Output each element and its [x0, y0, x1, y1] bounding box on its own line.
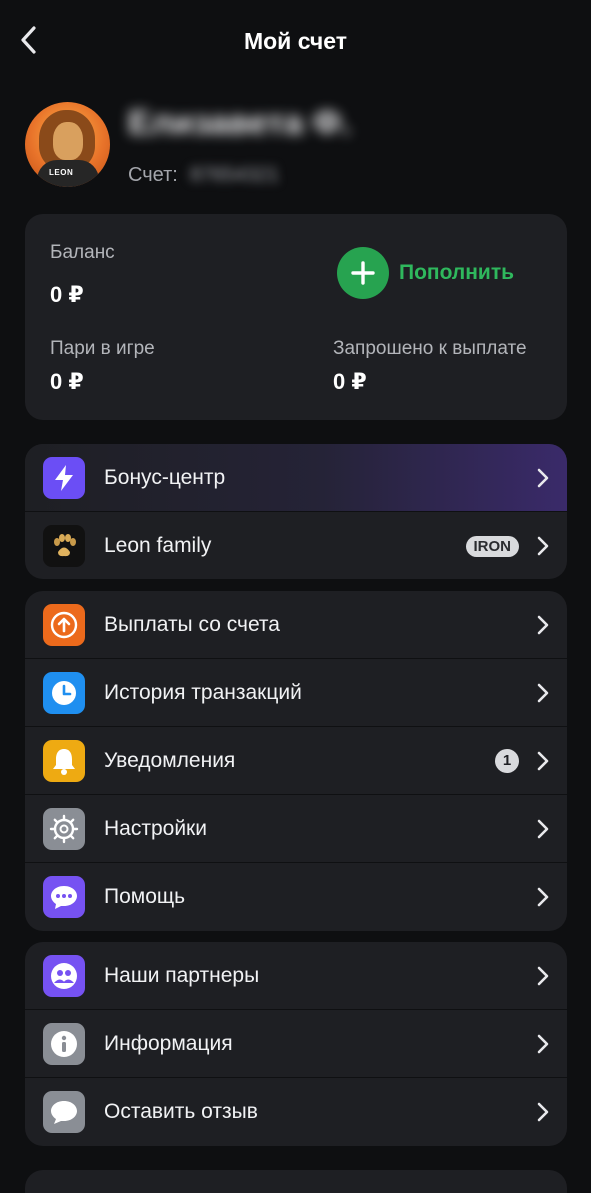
notification-count-badge: 1	[495, 749, 519, 773]
gear-icon	[43, 808, 85, 850]
chevron-right-icon	[537, 1102, 549, 1122]
bell-icon	[43, 740, 85, 782]
chevron-right-icon	[537, 887, 549, 907]
bets-label: Пари в игре	[50, 338, 155, 359]
menu-item-bonus-center[interactable]: Бонус-центр	[25, 444, 567, 512]
menu-item-label: Помощь	[104, 885, 186, 908]
page-title: Мой счет	[243, 28, 348, 54]
menu-item-leave-feedback[interactable]: Оставить отзыв	[25, 1078, 567, 1146]
menu-item-label: Уведомления	[104, 749, 236, 772]
deposit-button[interactable]: Пополнить	[337, 246, 514, 300]
avatar[interactable]: LEON	[25, 102, 110, 187]
chevron-right-icon	[537, 536, 549, 556]
chat-bubble-icon	[43, 876, 85, 918]
account-page: Мой счет LEON Елизавета Ф. Счет: 8765432…	[0, 0, 591, 1193]
balance-card: Баланс 0 ₽ Пополнить Пари в игре 0 ₽ Зап…	[25, 214, 567, 420]
menu-item-label: Выплаты со счета	[104, 613, 280, 636]
speech-bubble-icon	[43, 1091, 85, 1133]
withdraw-requested-value: 0 ₽	[333, 369, 367, 394]
menu-item-label: Оставить отзыв	[104, 1100, 258, 1123]
menu-item-label: Информация	[104, 1032, 233, 1055]
user-name: Елизавета Ф.	[128, 104, 351, 142]
plus-icon	[337, 247, 389, 299]
info-icon	[43, 1023, 85, 1065]
chevron-right-icon	[537, 1034, 549, 1054]
balance-value: 0 ₽	[50, 282, 84, 307]
menu-item-transaction-history[interactable]: История транзакций	[25, 659, 567, 727]
account-label: Счет:	[128, 164, 178, 186]
menu-item-notifications[interactable]: Уведомления 1	[25, 727, 567, 795]
deposit-label: Пополнить	[399, 261, 515, 284]
paw-icon	[43, 525, 85, 567]
menu-item-partners[interactable]: Наши партнеры	[25, 942, 567, 1010]
chevron-right-icon	[537, 615, 549, 635]
account-number: 87654321	[190, 164, 279, 186]
lightning-icon	[43, 457, 85, 499]
menu-item-label: Бонус-центр	[104, 466, 226, 489]
bets-value: 0 ₽	[50, 369, 84, 394]
menu-item-help[interactable]: Помощь	[25, 863, 567, 931]
menu-item-settings[interactable]: Настройки	[25, 795, 567, 863]
menu-group-bottom	[25, 1170, 567, 1193]
arrow-up-circle-icon	[43, 604, 85, 646]
chevron-right-icon	[537, 683, 549, 703]
header: Мой счет	[0, 0, 591, 84]
withdraw-requested-label: Запрошено к выплате	[333, 338, 527, 359]
clock-icon	[43, 672, 85, 714]
chevron-right-icon	[537, 468, 549, 488]
chevron-right-icon	[537, 751, 549, 771]
people-icon	[43, 955, 85, 997]
status-badge: IRON	[465, 536, 519, 557]
menu-group-account: Выплаты со счета История транзакций Увед…	[25, 591, 567, 931]
menu-group-info: Наши партнеры Информация Оставить отзыв	[25, 942, 567, 1146]
menu-item-label: Leon family	[104, 534, 212, 557]
lion-face	[53, 122, 83, 160]
balance-label: Баланс	[50, 242, 115, 263]
chevron-right-icon	[537, 819, 549, 839]
menu-item-leon-family[interactable]: Leon family IRON	[25, 512, 567, 579]
menu-item-label: Наши партнеры	[104, 964, 260, 987]
menu-item-label: Настройки	[104, 817, 207, 840]
chevron-right-icon	[537, 966, 549, 986]
avatar-brand: LEON	[49, 168, 74, 177]
menu-item-label: История транзакций	[104, 681, 302, 704]
menu-group-bonus: Бонус-центр Leon family IRON	[25, 444, 567, 579]
menu-item-withdrawals[interactable]: Выплаты со счета	[25, 591, 567, 659]
menu-item-information[interactable]: Информация	[25, 1010, 567, 1078]
